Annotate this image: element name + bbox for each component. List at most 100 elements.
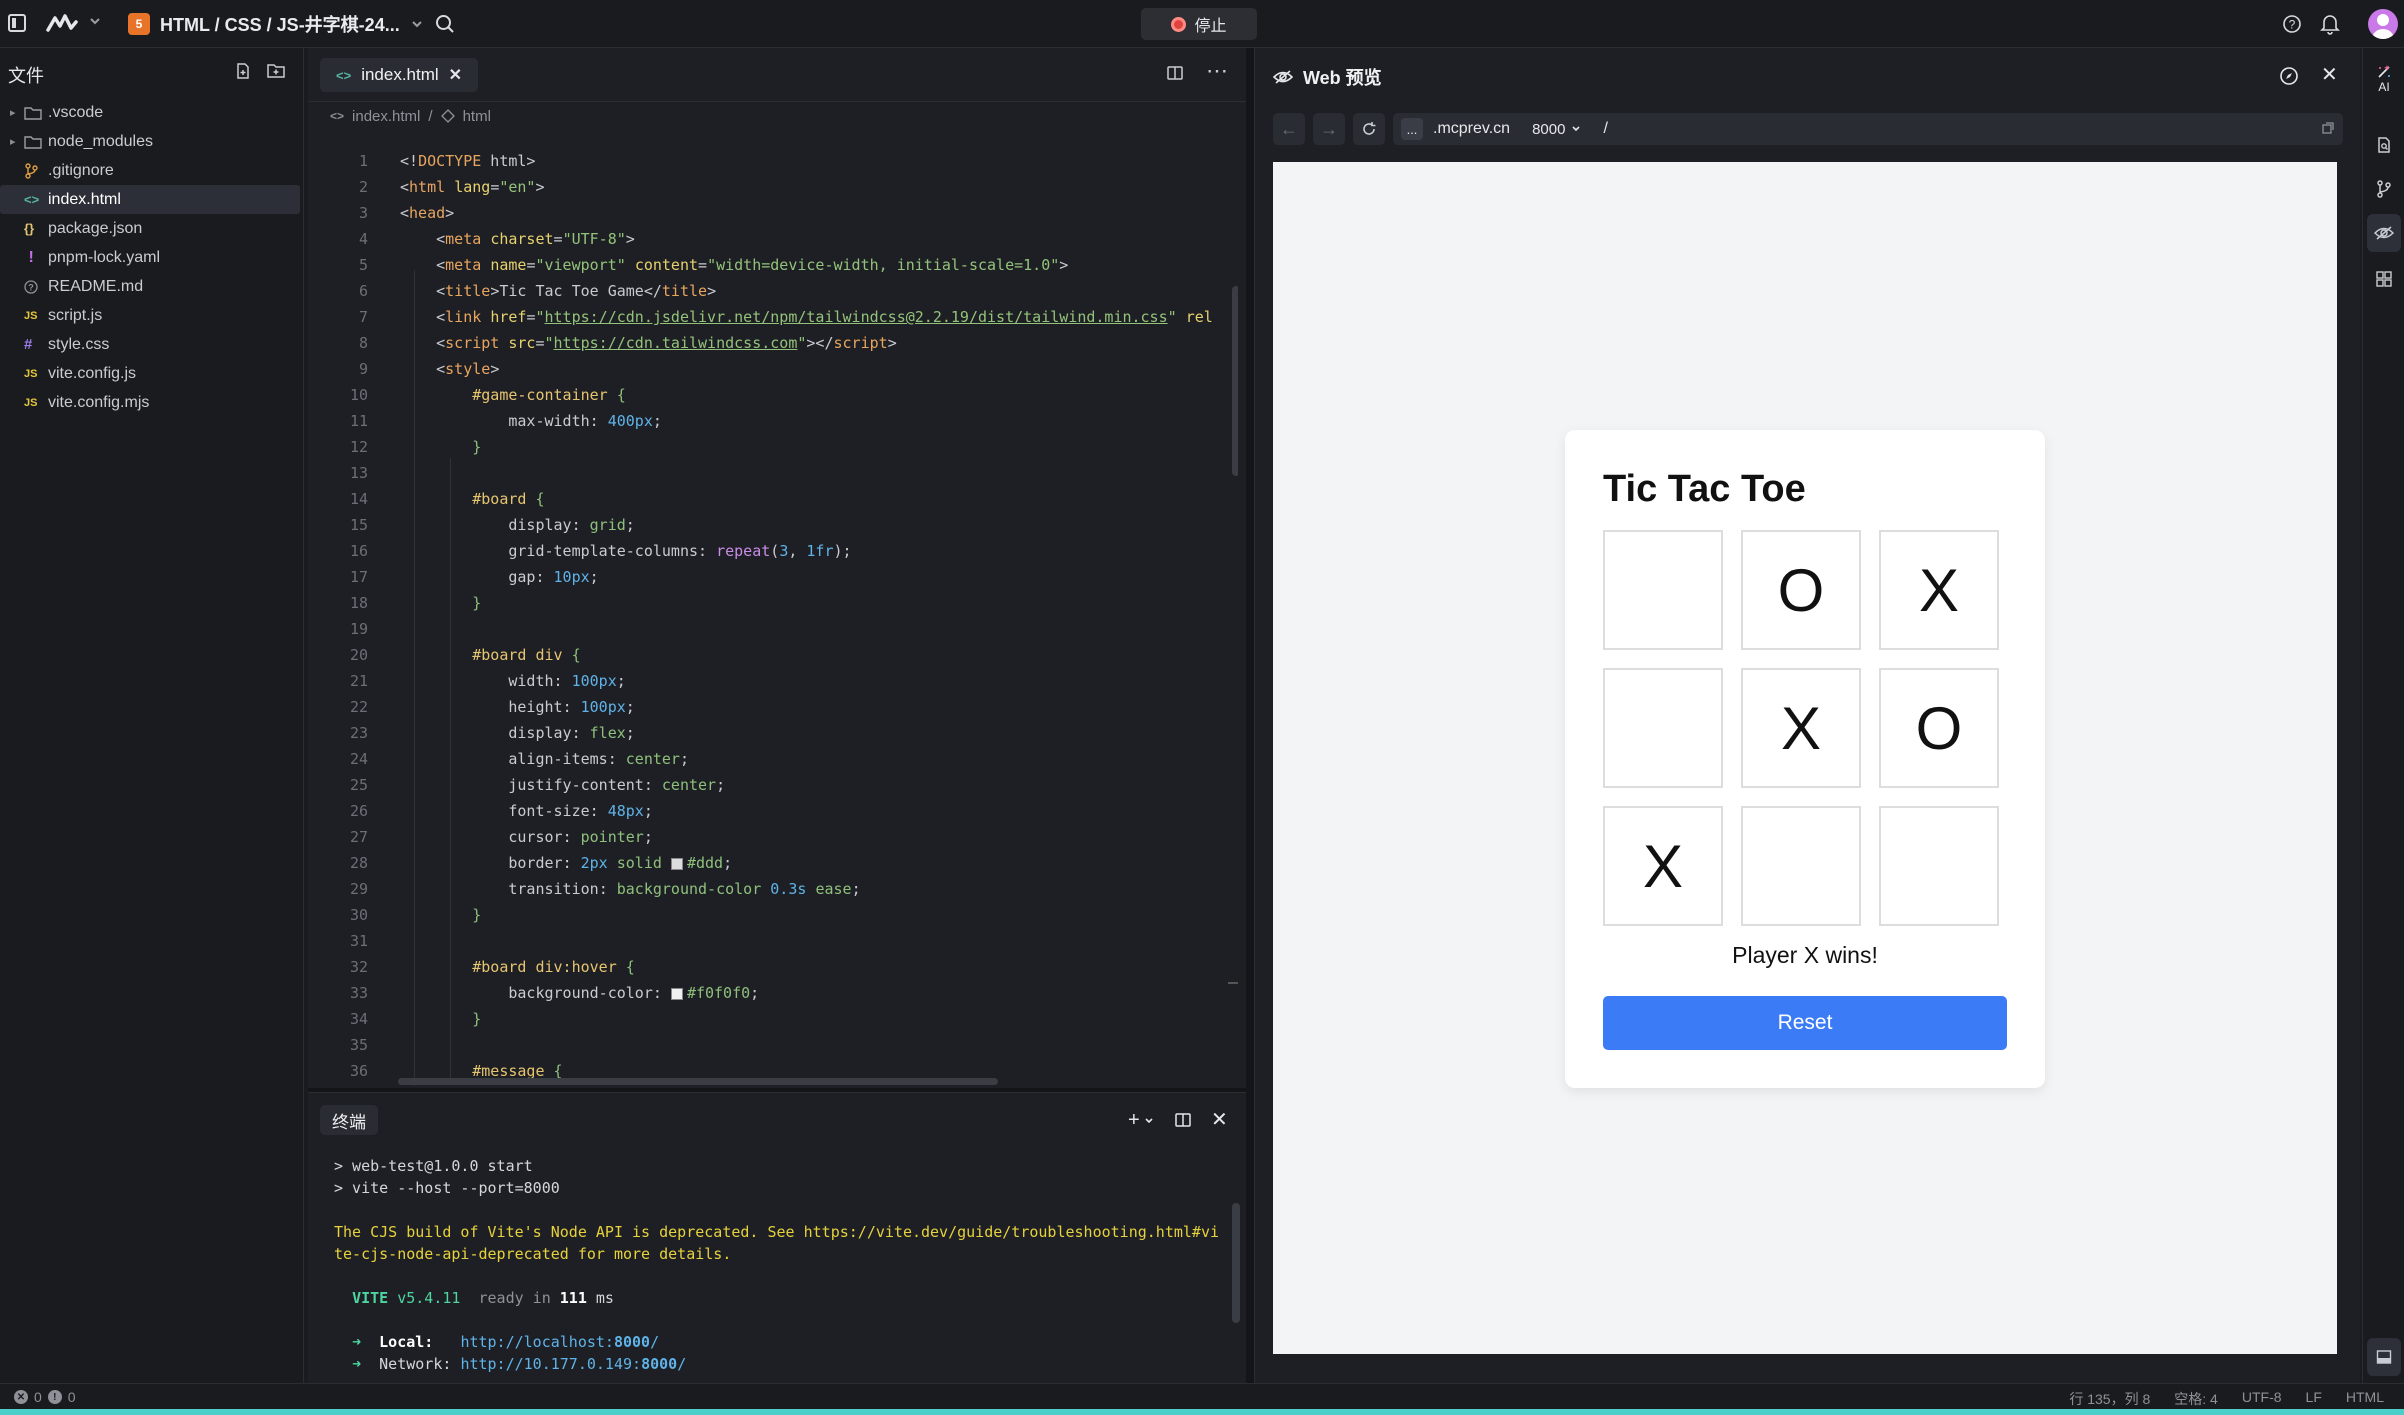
language-mode[interactable]: HTML [2346,1389,2384,1409]
cursor-position[interactable]: 行 135，列 8 [2069,1389,2150,1409]
breadcrumb: <> index.html / html [330,104,491,128]
tree-item-style-css[interactable]: # style.css [0,330,304,359]
tab-terminal[interactable]: 终端 [320,1105,378,1135]
code-line: <head> [400,204,455,222]
warning-count: 0 [67,1389,76,1405]
toggle-sidebar-icon[interactable] [8,14,26,32]
new-file-icon[interactable] [234,62,252,80]
tree-item-index-html[interactable]: <> index.html [0,185,300,214]
preview-toolbar: ← → ... .mcprev.cn 8000 / [1273,112,2343,146]
code-line: gap: 10px; [508,568,599,586]
new-folder-icon[interactable] [266,62,286,80]
terminal-warning: te-cjs-node-api-deprecated for more deta… [334,1245,732,1263]
chevron-down-icon [1572,126,1581,132]
terminal-scrollbar[interactable] [1232,1203,1240,1323]
line-number: 7 [358,308,368,326]
board-cell[interactable]: X [1879,530,1999,650]
preview-toggle-button[interactable] [2367,214,2401,252]
indentation[interactable]: 空格: 4 [2174,1389,2218,1409]
reload-button[interactable] [1353,113,1385,145]
tree-item-package-json[interactable]: {} package.json [0,214,304,243]
project-switcher[interactable]: 5 HTML / CSS / JS-井字棋-24... [128,10,424,38]
tree-item-label: .gitignore [48,161,114,179]
board-cell[interactable]: X [1603,806,1723,926]
close-icon[interactable]: ✕ [2321,62,2338,87]
tree-item-readme[interactable]: ? README.md [0,272,304,301]
close-icon[interactable]: ✕ [449,65,462,85]
stop-label: 停止 [1194,18,1227,35]
back-button[interactable]: ← [1273,113,1305,145]
code-line: } [472,906,482,924]
bell-icon[interactable] [2320,13,2340,35]
port-select[interactable]: 8000 [1520,121,1593,138]
board-cell[interactable]: X [1741,668,1861,788]
search-icon[interactable] [434,13,456,35]
board-cell[interactable] [1879,806,1999,926]
board-cell[interactable] [1603,668,1723,788]
tree-item-script-js[interactable]: JS script.js [0,301,304,330]
url-bar[interactable]: ... .mcprev.cn 8000 / [1393,113,2343,145]
panel-toggle-button[interactable] [2367,1338,2401,1376]
tree-item-gitignore[interactable]: .gitignore [0,156,304,185]
url-part: http://10.177.0.149: [460,1355,642,1373]
chevron-down-icon [1145,1117,1153,1123]
color-swatch[interactable] [670,987,683,1000]
tree-item-vscode[interactable]: ▸ .vscode [0,98,304,127]
split-editor-icon[interactable] [1166,64,1184,82]
svg-text:?: ? [2289,18,2296,32]
open-external-icon[interactable] [2321,121,2335,135]
reload-icon [1363,122,1376,135]
tree-item-vite-config-mjs[interactable]: JS vite.config.mjs [0,388,304,417]
chevron-right-icon: ▸ [10,107,16,119]
horizontal-scrollbar[interactable] [398,1078,998,1085]
more-icon[interactable]: ⋯ [1206,60,1228,82]
code-area[interactable]: 1 2 3 4 5 6 7 8 9 10 11 12 13 14 15 16 17 18 19 20 21 22 23 24 2… [308,146,1238,1086]
app-logo[interactable] [46,12,80,34]
js-icon: JS [24,367,38,380]
file-search-button[interactable] [2367,126,2401,164]
board-cell[interactable] [1741,806,1861,926]
extensions-button[interactable] [2367,260,2401,298]
split-terminal-icon[interactable] [1174,1111,1192,1129]
pane-divider[interactable] [1246,48,1254,1383]
code-line: display: grid; [508,516,635,534]
board-cell[interactable]: O [1741,530,1861,650]
preview-header: Web 预览 [1273,64,1382,90]
close-icon[interactable]: ✕ [1211,1107,1228,1132]
tree-item-node-modules[interactable]: ▸ node_modules [0,127,304,156]
chevron-down-icon[interactable] [88,14,102,28]
board-cell[interactable]: O [1879,668,1999,788]
tree-item-pnpm-lock[interactable]: ! pnpm-lock.yaml [0,243,304,272]
url-port: 8000 [613,1333,651,1351]
line-number: 30 [349,906,368,924]
forward-button[interactable]: → [1313,113,1345,145]
stop-button[interactable]: 停止 [1141,8,1257,40]
compass-icon[interactable] [2279,66,2299,86]
board-cell[interactable] [1603,530,1723,650]
breadcrumb-item[interactable]: index.html [352,108,420,125]
encoding[interactable]: UTF-8 [2242,1389,2282,1409]
file-search-icon [2378,137,2390,153]
local-url[interactable]: http://localhost:8000/ [460,1333,659,1351]
color-swatch[interactable] [670,857,683,870]
url-path-input[interactable]: / [1603,120,1607,138]
new-terminal-button[interactable]: + [1128,1109,1154,1132]
ai-assistant-button[interactable]: AI [2367,56,2401,102]
source-control-button[interactable] [2367,170,2401,208]
problems-indicator[interactable]: ✕ 0 ! 0 [14,1389,76,1405]
avatar[interactable] [2368,9,2398,39]
network-url[interactable]: http://10.177.0.149:8000/ [460,1355,686,1373]
help-icon[interactable]: ? [2282,14,2302,34]
terminal-output[interactable]: > web-test@1.0.0 start > vite --host --p… [334,1155,1234,1375]
tab-index-html[interactable]: <> index.html ✕ [320,58,479,92]
vertical-scrollbar[interactable] [1232,286,1238,476]
line-number: 18 [349,594,368,612]
breadcrumb-item[interactable]: html [463,108,491,125]
tree-item-vite-config-js[interactable]: JS vite.config.js [0,359,304,388]
project-title: HTML / CSS / JS-井字棋-24... [160,15,400,35]
reset-button[interactable]: Reset [1603,996,2007,1050]
url-prefix-button[interactable]: ... [1401,118,1423,140]
chevron-right-icon: ▸ [10,136,16,148]
url-port: 8000 [641,1355,678,1373]
line-ending[interactable]: LF [2306,1389,2322,1409]
